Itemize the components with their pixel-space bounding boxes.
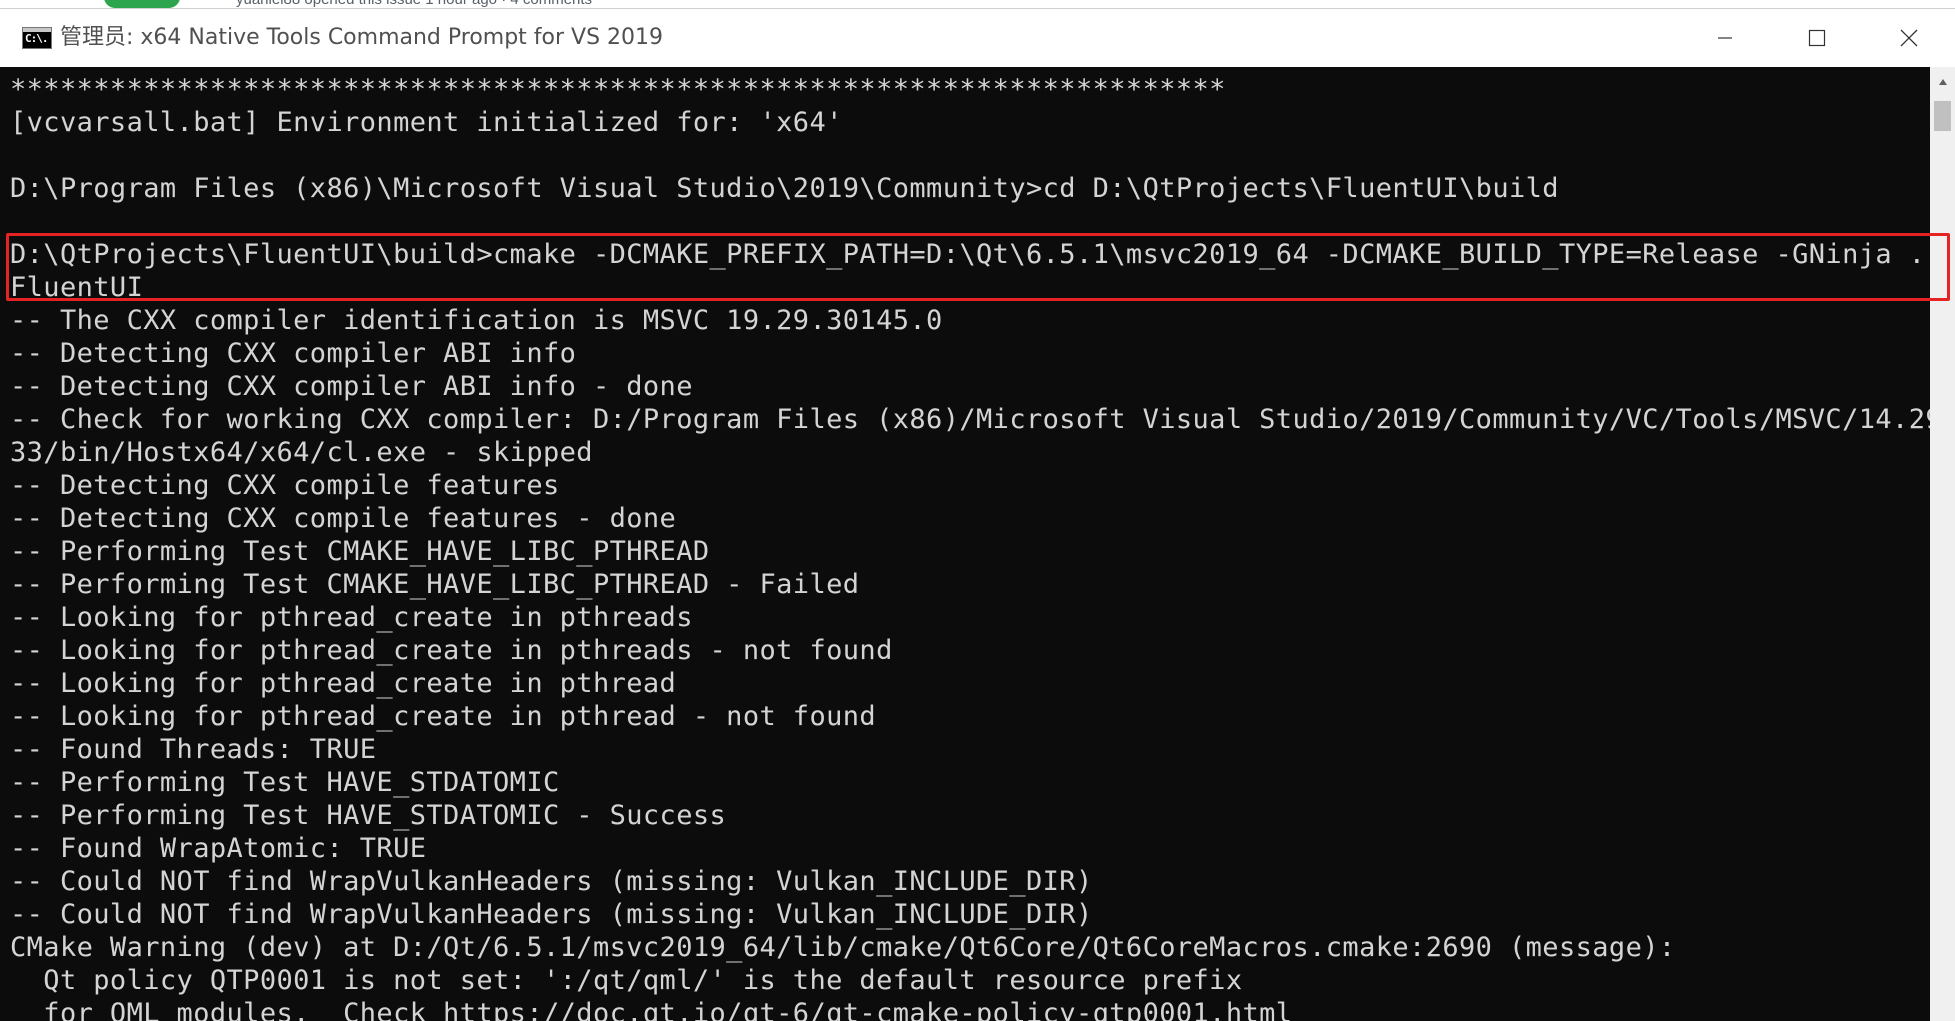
console-line: Qt policy QTP0001 is not set: ':/qt/qml/…	[10, 965, 1243, 996]
console-line: -- Looking for pthread_create in pthread…	[10, 701, 877, 732]
close-button[interactable]	[1863, 9, 1955, 67]
console-line: -- The CXX compiler identification is MS…	[10, 305, 943, 336]
console-line: -- Looking for pthread_create in pthread…	[10, 602, 693, 633]
console-line: 33/bin/Hostx64/x64/cl.exe - skipped	[10, 437, 593, 468]
console-line: -- Looking for pthread_create in pthread…	[10, 635, 893, 666]
issue-meta-text: yuanlei88 opened this issue 1 hour ago ·…	[236, 0, 592, 8]
console-line: -- Looking for pthread_create in pthread	[10, 668, 677, 699]
maximize-icon	[1808, 29, 1826, 47]
console-line: -- Performing Test HAVE_STDATOMIC	[10, 767, 560, 798]
console-line: -- Found WrapAtomic: TRUE	[10, 833, 427, 864]
maximize-button[interactable]	[1771, 9, 1863, 67]
vertical-scrollbar[interactable]	[1930, 67, 1955, 1021]
console-text: ****************************************…	[10, 73, 1930, 1021]
chevron-up-icon	[1938, 79, 1947, 85]
console-line: ****************************************…	[10, 74, 1226, 105]
close-icon	[1900, 29, 1918, 47]
cmd-icon[interactable]: C:\.	[22, 27, 52, 49]
console-line: -- Could NOT find WrapVulkanHeaders (mis…	[10, 899, 1093, 930]
console-line: -- Detecting CXX compile features	[10, 470, 560, 501]
console-line: -- Found Threads: TRUE	[10, 734, 377, 765]
console-window: C:\. 管理员: x64 Native Tools Command Promp…	[0, 8, 1955, 1021]
minimize-button[interactable]	[1679, 9, 1771, 67]
console-line: -- Performing Test CMAKE_HAVE_LIBC_PTHRE…	[10, 536, 710, 567]
console-output[interactable]: ****************************************…	[0, 67, 1930, 1021]
console-line: -- Performing Test CMAKE_HAVE_LIBC_PTHRE…	[10, 569, 860, 600]
console-line: -- Performing Test HAVE_STDATOMIC - Succ…	[10, 800, 727, 831]
scroll-up-button[interactable]	[1930, 67, 1955, 97]
console-line: for QML modules. Check https://doc.qt.io…	[10, 998, 1293, 1021]
console-line: -- Detecting CXX compiler ABI info	[10, 338, 577, 369]
console-line: -- Could NOT find WrapVulkanHeaders (mis…	[10, 866, 1093, 897]
open-status-badge	[104, 0, 180, 8]
console-line: -- Check for working CXX compiler: D:/Pr…	[10, 404, 1930, 435]
console-line: [vcvarsall.bat] Environment initialized …	[10, 107, 843, 138]
window-controls	[1679, 9, 1955, 67]
cmake-command-highlight	[6, 233, 1950, 301]
minimize-icon	[1718, 37, 1732, 39]
console-line: -- Detecting CXX compile features - done	[10, 503, 677, 534]
cmd-icon-glyph: C:\.	[25, 32, 48, 45]
console-line: -- Detecting CXX compiler ABI info - don…	[10, 371, 693, 402]
title-bar[interactable]: C:\. 管理员: x64 Native Tools Command Promp…	[0, 9, 1955, 67]
console-line: D:\Program Files (x86)\Microsoft Visual …	[10, 173, 1559, 204]
window-title: 管理员: x64 Native Tools Command Prompt for…	[60, 25, 664, 50]
console-line: CMake Warning (dev) at D:/Qt/6.5.1/msvc2…	[10, 932, 1676, 963]
scroll-thumb[interactable]	[1934, 101, 1951, 131]
